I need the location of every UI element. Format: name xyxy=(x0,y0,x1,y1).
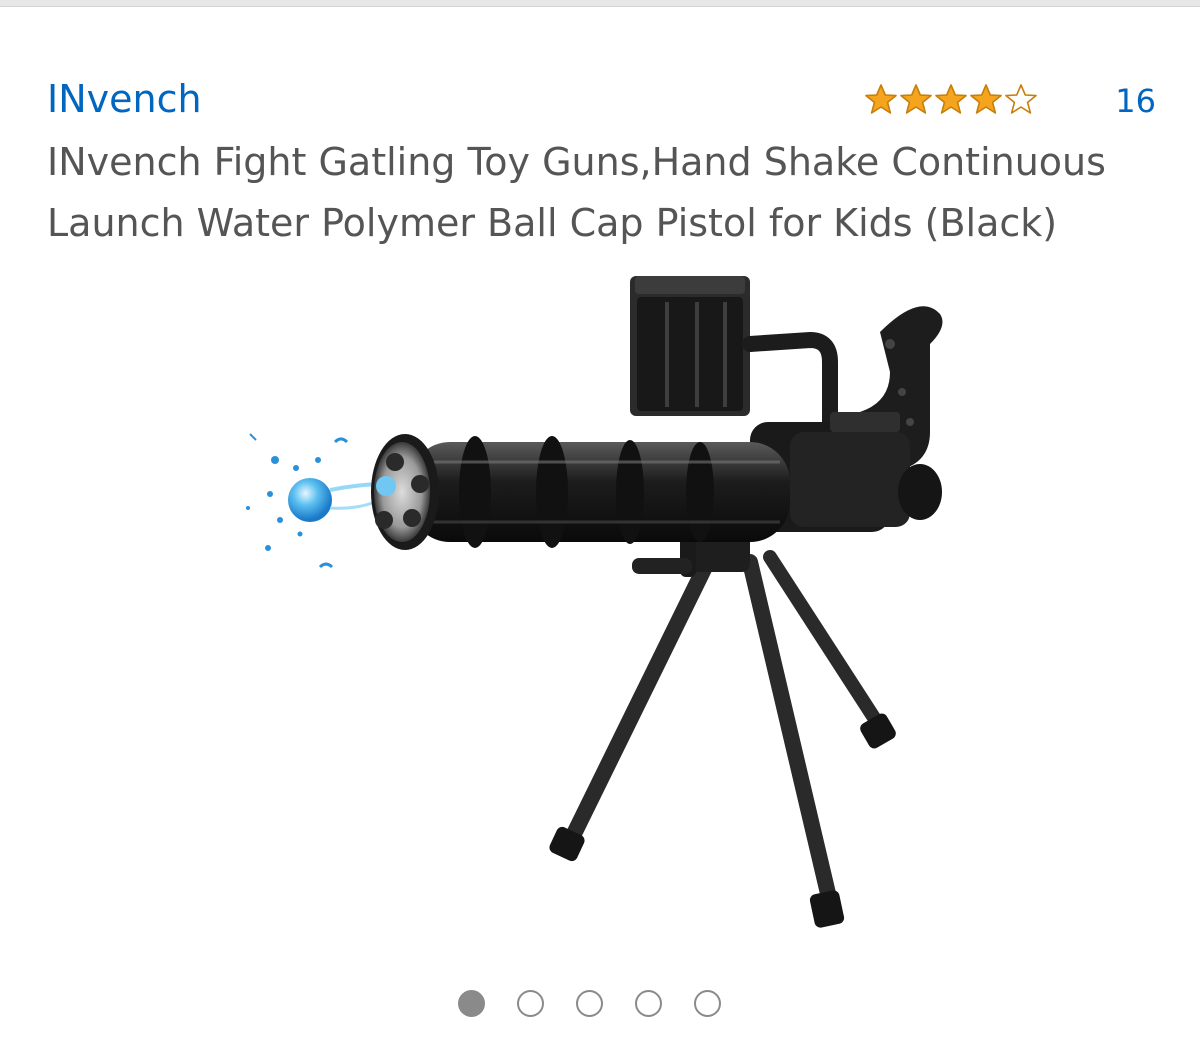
carousel-indicator xyxy=(458,990,721,1017)
star-empty-icon xyxy=(1005,84,1037,114)
carousel-dot[interactable] xyxy=(694,990,721,1017)
review-count-link[interactable]: 16 xyxy=(1106,80,1156,122)
star-filled-icon xyxy=(970,84,1002,114)
muzzle xyxy=(371,434,439,550)
stars xyxy=(864,83,1038,117)
star-filled-icon xyxy=(935,84,967,114)
star-rating[interactable] xyxy=(864,80,1038,120)
magazine-box xyxy=(630,276,750,416)
carousel-dot[interactable] xyxy=(458,990,485,1017)
product-image[interactable] xyxy=(230,262,970,942)
top-divider xyxy=(0,0,1200,7)
carousel-dot[interactable] xyxy=(517,990,544,1017)
product-title[interactable]: INvench Fight Gatling Toy Guns,Hand Shak… xyxy=(47,132,1177,254)
tripod xyxy=(549,512,896,928)
carousel-dot[interactable] xyxy=(635,990,662,1017)
water-splash xyxy=(246,433,386,569)
brand-link[interactable]: INvench xyxy=(47,74,202,124)
barrel xyxy=(410,436,790,548)
star-filled-icon xyxy=(900,84,932,114)
star-filled-icon xyxy=(865,84,897,114)
carousel-dot[interactable] xyxy=(576,990,603,1017)
